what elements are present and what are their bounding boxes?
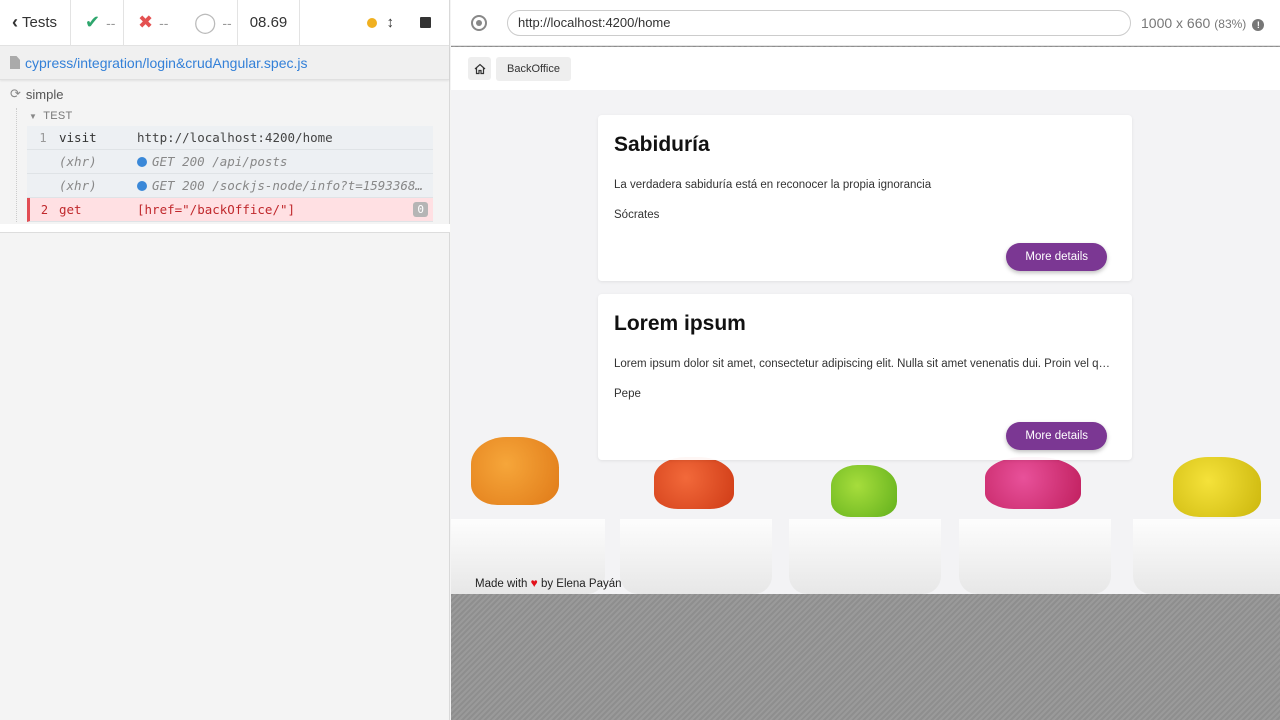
selector-playground-icon[interactable] (471, 14, 487, 31)
file-icon (10, 56, 20, 69)
more-details-button[interactable]: More details (1006, 243, 1107, 271)
command-number: 2 (40, 202, 49, 217)
command-name: get (59, 202, 82, 217)
footer-prefix: Made with (475, 578, 528, 590)
spinner-icon: ◯ (194, 12, 217, 34)
info-icon: ! (1252, 18, 1265, 31)
footer-suffix: by Elena Payán (540, 578, 622, 590)
test-block: ▼ TEST 1 visit http://localhost:4200/hom… (16, 108, 449, 222)
spec-path-link[interactable]: cypress/integration/login&crudAngular.sp… (25, 55, 308, 71)
xhr-status-icon (137, 181, 147, 191)
viewport-size: 1000 x 660 (1141, 14, 1211, 31)
command-row-failed[interactable]: 2 get [href="/backOffice/"] 0 (27, 198, 433, 222)
command-name: visit (59, 130, 97, 145)
duration: 08.69 (238, 0, 300, 46)
aut-header: 1000 x 660(83%)! (451, 0, 1280, 46)
post-author: Pepe (614, 388, 641, 400)
url-input[interactable] (507, 9, 1131, 36)
viewport-scale: (83%) (1214, 16, 1247, 31)
running-status-icon (366, 17, 377, 28)
post-title: Lorem ipsum (614, 312, 746, 335)
post-author: Sócrates (614, 209, 660, 221)
command-row[interactable]: (xhr) GET 200 /sockjs-node/info?t=159336… (27, 174, 433, 198)
command-number: 1 (39, 130, 47, 145)
command-message: [href="/backOffice/"] (137, 202, 296, 217)
heart-icon: ♥ (530, 576, 538, 590)
backoffice-link[interactable]: BackOffice (496, 56, 571, 81)
xhr-status-icon (137, 157, 147, 167)
command-name: (xhr) (59, 178, 97, 193)
command-row[interactable]: (xhr) GET 200 /api/posts (27, 150, 433, 174)
tests-label: Tests (22, 14, 58, 31)
command-message: http://localhost:4200/home (137, 130, 333, 145)
refresh-icon: ⟳ (10, 86, 21, 101)
command-row[interactable]: 1 visit http://localhost:4200/home (27, 126, 433, 150)
home-icon (474, 63, 485, 74)
passed-value: -- (106, 14, 116, 31)
test-title[interactable]: ▼ TEST (27, 108, 433, 126)
runnable-bottom (0, 224, 450, 233)
reporter-header: ‹ Tests ✔ -- ✖ -- ◯ -- 08.69 ↕ (0, 0, 449, 46)
post-card: Lorem ipsum Lorem ipsum dolor sit amet, … (598, 294, 1132, 460)
more-details-button[interactable]: More details (1006, 422, 1107, 450)
home-button[interactable] (468, 57, 491, 80)
cross-icon: ✖ (138, 12, 154, 32)
app-iframe: BackOffice Sabiduría La verdadera sabidu… (451, 47, 1280, 594)
pending-count: ◯ -- (180, 0, 238, 46)
xhr-message-text: GET 200 /api/posts (152, 154, 288, 169)
app-navbar: BackOffice (451, 47, 1280, 90)
command-name: (xhr) (59, 154, 97, 169)
command-message: GET 200 /sockjs-node/info?t=159336837000… (137, 178, 433, 193)
chevron-left-icon: ‹ (12, 12, 18, 32)
post-title: Sabiduría (614, 133, 710, 156)
command-message: GET 200 /api/posts (137, 154, 433, 169)
post-card: Sabiduría La verdadera sabiduría está en… (598, 115, 1132, 281)
test-title-text: TEST (43, 110, 73, 122)
passed-count: ✔ -- (71, 0, 124, 46)
auto-scroll-icon[interactable]: ↕ (387, 14, 395, 31)
suite-title-text: simple (25, 86, 64, 102)
stop-icon[interactable] (420, 17, 431, 28)
check-icon: ✔ (85, 12, 101, 32)
element-count-badge: 0 (413, 202, 428, 217)
post-body: La verdadera sabiduría está en reconocer… (614, 179, 932, 191)
reporter-panel: ‹ Tests ✔ -- ✖ -- ◯ -- 08.69 ↕ cypress/i… (0, 0, 450, 720)
post-body: Lorem ipsum dolor sit amet, consectetur … (614, 358, 1116, 370)
pending-value: -- (222, 14, 232, 31)
suite-title[interactable]: ⟳ simple (0, 80, 449, 102)
viewport-info[interactable]: 1000 x 660 (83%)! (1141, 14, 1265, 31)
caret-down-icon: ▼ (29, 111, 38, 121)
runner-controls: ↕ (300, 0, 449, 46)
failed-count: ✖ -- (124, 0, 180, 46)
xhr-message-text: GET 200 /sockjs-node/info?t=159336837000… (152, 178, 433, 193)
tests-back-button[interactable]: ‹ Tests (0, 0, 71, 46)
spec-bar: cypress/integration/login&crudAngular.sp… (0, 46, 449, 80)
aut-panel: 1000 x 660(83%)! BackOffice Sabiduría La… (451, 0, 1280, 720)
footer: Made with ♥ by Elena Payán (475, 576, 622, 590)
failed-value: -- (159, 14, 169, 31)
